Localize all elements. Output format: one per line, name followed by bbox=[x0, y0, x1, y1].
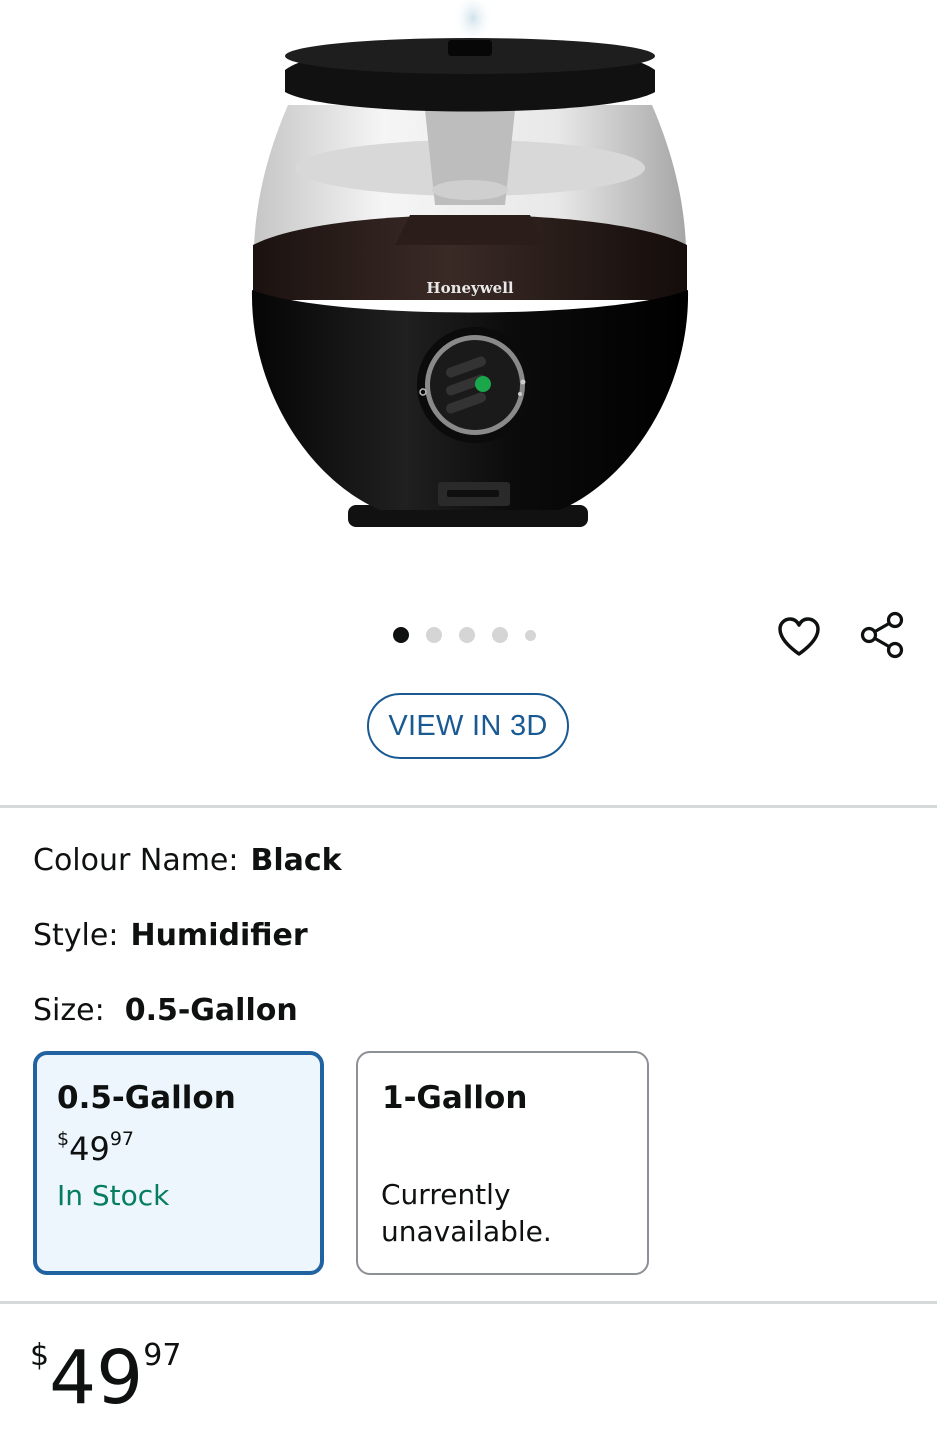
share-icon bbox=[860, 611, 904, 659]
size-option-price: $4997 bbox=[57, 1128, 134, 1168]
style-row: Style: Humidifier bbox=[33, 918, 308, 953]
size-label: Size: bbox=[33, 993, 105, 1028]
carousel-dot[interactable] bbox=[459, 627, 475, 643]
availability-unavailable: Currently unavailable. bbox=[381, 1178, 552, 1248]
product-price: $4997 bbox=[30, 1335, 181, 1421]
carousel-dot[interactable] bbox=[525, 629, 536, 641]
availability-in-stock: In Stock bbox=[57, 1179, 170, 1212]
section-divider bbox=[0, 1301, 937, 1304]
carousel-dot[interactable] bbox=[426, 627, 442, 643]
carousel-dot-active[interactable] bbox=[393, 627, 409, 643]
heart-outline-icon bbox=[778, 617, 820, 656]
svg-text:Honeywell: Honeywell bbox=[426, 279, 513, 297]
wishlist-button[interactable] bbox=[774, 612, 824, 662]
colour-name-value: Black bbox=[250, 843, 342, 878]
share-button[interactable] bbox=[856, 608, 910, 662]
section-divider bbox=[0, 805, 937, 808]
view-in-3d-button[interactable]: VIEW IN 3D bbox=[367, 693, 569, 759]
size-row: Size: 0.5-Gallon bbox=[33, 993, 298, 1028]
image-carousel-dots[interactable] bbox=[393, 626, 536, 644]
price-fraction: 97 bbox=[143, 1338, 182, 1373]
size-option-1-gallon[interactable]: 1-Gallon Currently unavailable. bbox=[356, 1051, 649, 1275]
size-option-name: 1-Gallon bbox=[382, 1080, 528, 1116]
carousel-dot[interactable] bbox=[492, 627, 508, 643]
product-image[interactable]: Honeywell bbox=[230, 0, 710, 540]
size-option-0-5-gallon[interactable]: 0.5-Gallon $4997 In Stock bbox=[33, 1051, 324, 1275]
size-option-name: 0.5-Gallon bbox=[57, 1080, 236, 1116]
price-whole: 49 bbox=[49, 1335, 144, 1421]
style-value: Humidifier bbox=[130, 918, 308, 953]
colour-name-label: Colour Name: bbox=[33, 843, 239, 878]
colour-name-row: Colour Name: Black bbox=[33, 843, 342, 878]
price-currency: $ bbox=[30, 1338, 50, 1373]
size-value: 0.5-Gallon bbox=[124, 993, 298, 1028]
style-label: Style: bbox=[33, 918, 119, 953]
